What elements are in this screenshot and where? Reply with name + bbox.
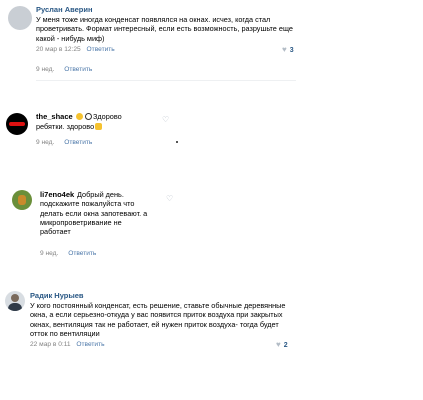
comment-date[interactable]: 9 нед.: [36, 139, 54, 146]
comment-text-line: окнах, вентиляция так не работает, ей ну…: [30, 319, 279, 329]
clapping-hands-icon: [76, 113, 83, 120]
comment-text: У кого постоянный конденсат, есть решени…: [30, 301, 300, 338]
comment-date[interactable]: 9 нед.: [40, 250, 58, 257]
comment-text: У меня тоже иногда конденсат появлялся н…: [36, 15, 306, 43]
comment-date[interactable]: 22 мар в 0:11: [30, 341, 71, 348]
comment-text-line: подскажите пожалуйста что: [40, 199, 135, 209]
divider: [36, 80, 296, 81]
avatar-shoulders-icon: [8, 303, 22, 311]
reply-meta: 9 нед. Ответить: [36, 65, 92, 74]
reply-button[interactable]: Ответить: [64, 139, 92, 146]
thumbs-up-icon: [95, 123, 103, 130]
like-button[interactable]: ♡: [166, 194, 173, 204]
avatar[interactable]: [8, 6, 32, 30]
avatar-person-icon: [11, 294, 19, 302]
reply-button[interactable]: Ответить: [64, 66, 92, 73]
like-button[interactable]: ♡: [162, 115, 169, 125]
heart-icon: ♥: [276, 340, 281, 349]
comment-text-line: отток по вентиляции: [30, 328, 100, 338]
reply-button[interactable]: Ответить: [76, 341, 104, 348]
comment-author[interactable]: Руслан Аверин: [36, 5, 93, 15]
comment-date[interactable]: 20 мар в 12:25: [36, 46, 81, 53]
comment-text-line: какой - нибудь миф): [36, 33, 105, 43]
avatar-graphic-icon: [18, 195, 26, 205]
comment-text-line: микропроветривание не: [40, 217, 122, 227]
comment-text-line: работает: [40, 227, 71, 237]
author-name[interactable]: the_shace: [36, 112, 73, 121]
comment-meta: 20 мар в 12:25 Ответить: [36, 45, 115, 54]
dot-icon: [176, 141, 178, 143]
comment-meta: 9 нед. Ответить: [36, 138, 92, 147]
avatar[interactable]: [12, 190, 32, 210]
avatar[interactable]: [5, 291, 25, 311]
comment-text-line: У меня тоже иногда конденсат появлялся н…: [36, 15, 271, 24]
comment-text-line: ребятки. здорово: [36, 122, 95, 131]
like-count: 3: [289, 47, 294, 54]
comment-text: Добрый день. подскажите пожалуйста что д…: [40, 190, 170, 236]
avatar-logo-icon: [9, 122, 25, 126]
heart-icon: ♥: [282, 45, 287, 54]
heart-icon: ♡: [162, 115, 170, 124]
avatar[interactable]: [6, 113, 28, 135]
reply-button[interactable]: Ответить: [68, 250, 96, 257]
comment-author[interactable]: Радик Нурыев: [30, 291, 84, 301]
smile-icon: [85, 113, 92, 120]
comment-text-line: У кого постоянный конденсат, есть решени…: [30, 301, 286, 310]
like-count: 2: [283, 342, 288, 349]
comment-meta: 9 нед. Ответить: [40, 249, 96, 258]
comment-text-line: Добрый день.: [77, 190, 124, 199]
like-button[interactable]: ♥ 3: [282, 45, 294, 55]
comment-author[interactable]: the_shace: [36, 112, 73, 122]
heart-icon: ♡: [166, 194, 174, 203]
comment-meta: 22 мар в 0:11 Ответить: [30, 340, 105, 349]
reply-button[interactable]: Ответить: [87, 46, 115, 53]
comment-text: Здорово: [75, 112, 175, 121]
reply-date[interactable]: 9 нед.: [36, 66, 54, 73]
comment-text-line: делать если окна запотевают. а: [40, 208, 148, 218]
comment-text-line: проветривать. Формат интересный, если ес…: [36, 24, 293, 34]
comment-text-line: окна, а если серьезно-откуда у вас появи…: [30, 310, 283, 320]
comment-text-line: Здорово: [93, 112, 122, 121]
like-button[interactable]: ♥ 2: [276, 340, 288, 350]
